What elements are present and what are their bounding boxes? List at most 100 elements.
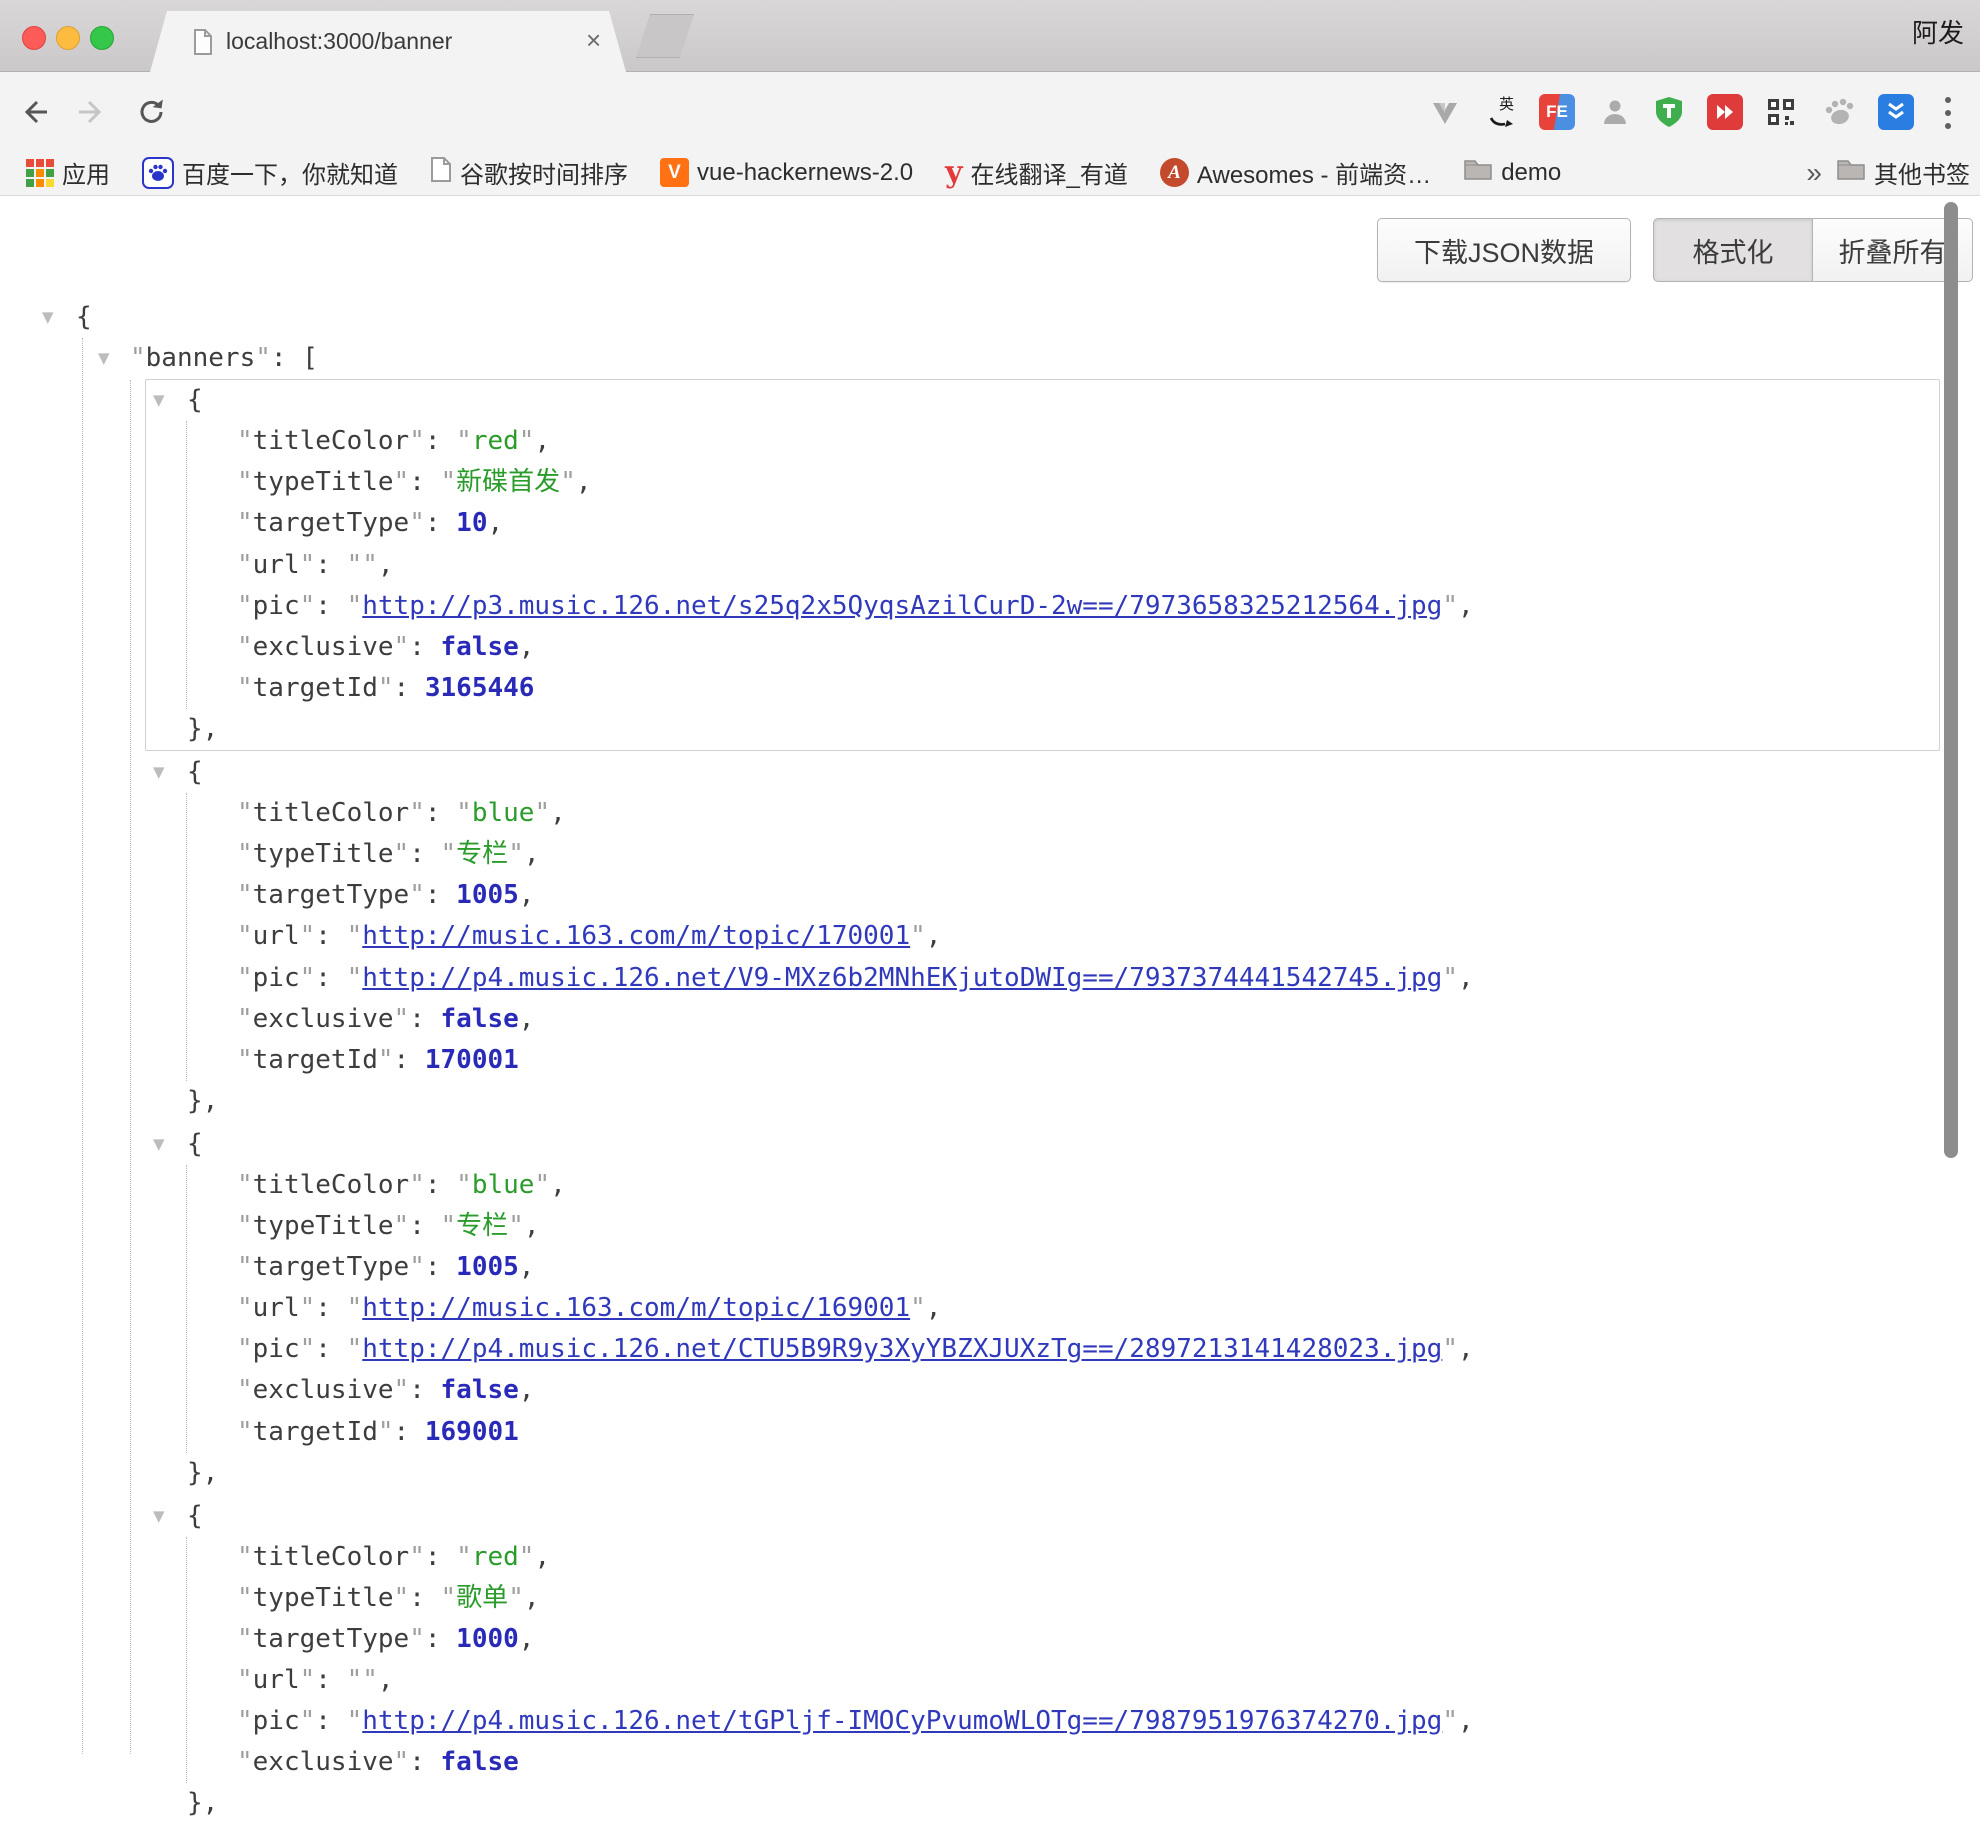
json-link[interactable]: http://music.163.com/m/topic/169001	[362, 1293, 910, 1323]
collapse-toggle-icon[interactable]: ▼	[42, 297, 54, 338]
quote: "	[237, 1665, 253, 1695]
reload-button-icon[interactable]	[136, 96, 168, 128]
json-value-number: 3165446	[425, 673, 535, 703]
json-token: :	[425, 1624, 456, 1654]
json-token: {	[187, 757, 203, 787]
fe-helper-icon[interactable]: FE	[1539, 94, 1575, 130]
bookmark-youdao[interactable]: y 在线翻译_有道	[945, 155, 1128, 190]
quote: "	[300, 550, 316, 580]
json-link[interactable]: http://p4.music.126.net/CTU5B9R9y3XyYBZX…	[362, 1334, 1442, 1364]
json-token: :	[315, 921, 346, 951]
bookmark-label: 应用	[62, 155, 110, 190]
json-value-number: 1005	[456, 880, 519, 910]
json-key: url	[253, 550, 300, 580]
json-key: pic	[253, 963, 300, 993]
json-value-boolean: false	[441, 1375, 519, 1405]
json-token: :	[315, 591, 346, 621]
json-token: ,	[1458, 1334, 1474, 1364]
quote: "	[508, 839, 524, 869]
json-token: },	[187, 1788, 218, 1818]
window-close-button[interactable]	[22, 26, 46, 50]
quote: "	[409, 880, 425, 910]
bookmark-label: 在线翻译_有道	[971, 155, 1128, 190]
json-value-string: red	[472, 1542, 519, 1572]
quote: "	[409, 426, 425, 456]
new-tab-button[interactable]	[636, 14, 694, 58]
bookmark-vue-hackernews[interactable]: V vue-hackernews-2.0	[660, 158, 913, 187]
json-key: typeTitle	[253, 1211, 394, 1241]
quote: "	[237, 798, 253, 828]
quote: "	[255, 343, 271, 373]
json-field-line: "pic": "http://p4.music.126.net/CTU5B9R9…	[146, 1329, 1939, 1370]
json-field-line: "targetType": 10,	[146, 503, 1939, 544]
profile-name[interactable]: 阿发	[1912, 0, 1964, 72]
json-value-number: 1000	[456, 1624, 519, 1654]
bookmark-baidu[interactable]: 百度一下，你就知道	[142, 155, 398, 190]
translate-icon[interactable]: 英	[1483, 94, 1519, 130]
bookmark-apps[interactable]: 应用	[26, 155, 110, 190]
collapse-toggle-icon[interactable]: ▼	[153, 380, 165, 421]
bookmark-folder-demo[interactable]: demo	[1463, 157, 1561, 188]
window-zoom-button[interactable]	[90, 26, 114, 50]
json-link[interactable]: http://music.163.com/m/topic/170001	[362, 921, 910, 951]
quote: "	[347, 591, 363, 621]
download-json-button[interactable]: 下载JSON数据	[1377, 218, 1631, 282]
json-value-string: blue	[472, 1170, 535, 1200]
json-token: :	[315, 1706, 346, 1736]
json-token: :	[409, 467, 440, 497]
bookmark-folder-others[interactable]: 其他书签	[1836, 155, 1970, 190]
json-field-line: "exclusive": false,	[146, 1370, 1939, 1411]
json-field-line: "titleColor": "red",	[146, 421, 1939, 462]
format-button[interactable]: 格式化	[1653, 218, 1813, 282]
vertical-scrollbar[interactable]	[1944, 202, 1958, 1158]
json-link[interactable]: http://p4.music.126.net/V9-MXz6b2MNhEKju…	[362, 963, 1442, 993]
bookmarks-overflow-icon[interactable]: »	[1806, 157, 1822, 189]
chrome-menu-icon[interactable]	[1945, 97, 1951, 136]
json-link[interactable]: http://p4.music.126.net/tGPljf-IMOCyPvum…	[362, 1706, 1442, 1736]
green-shield-icon[interactable]	[1651, 94, 1687, 130]
quote: "	[237, 508, 253, 538]
back-button-icon[interactable]	[20, 96, 52, 128]
fast-forward-icon[interactable]	[1707, 94, 1743, 130]
json-value-boolean: false	[441, 632, 519, 662]
user-silhouette-icon[interactable]	[1597, 94, 1633, 130]
bookmark-label: vue-hackernews-2.0	[697, 159, 913, 187]
quote: "	[347, 1293, 363, 1323]
vue-icon: V	[660, 158, 689, 187]
json-field-line: "pic": "http://p3.music.126.net/s25q2x5Q…	[146, 586, 1939, 627]
qr-code-icon[interactable]	[1763, 94, 1799, 130]
json-key: exclusive	[253, 1747, 394, 1777]
json-token: :	[425, 1542, 456, 1572]
json-field-line: "targetId": 3165446	[146, 668, 1939, 709]
json-field-line: "pic": "http://p4.music.126.net/V9-MXz6b…	[146, 958, 1939, 999]
browser-tab[interactable]: localhost:3000/banner ×	[150, 11, 626, 72]
bookmark-google-sort[interactable]: 谷歌按时间排序	[430, 155, 628, 190]
collapse-toggle-icon[interactable]: ▼	[98, 338, 110, 379]
collapse-toggle-icon[interactable]: ▼	[153, 752, 165, 793]
json-token: :	[409, 1747, 440, 1777]
json-token: ,	[926, 921, 942, 951]
quote: "	[378, 1417, 394, 1447]
paw-icon[interactable]	[1822, 94, 1858, 130]
quote: "	[237, 839, 253, 869]
json-token: :	[425, 1252, 456, 1282]
forward-button-icon[interactable]	[74, 96, 106, 128]
quote: "	[441, 1583, 457, 1613]
json-key: targetId	[253, 1045, 378, 1075]
quote: "	[519, 426, 535, 456]
json-value-string: 专栏	[456, 1211, 508, 1241]
quote: "	[394, 632, 410, 662]
json-value-boolean: false	[441, 1747, 519, 1777]
bookmark-awesomes[interactable]: A Awesomes - 前端资…	[1160, 155, 1431, 190]
json-field-line: "url": "http://music.163.com/m/topic/170…	[146, 916, 1939, 957]
tab-close-icon[interactable]: ×	[586, 11, 601, 72]
blue-double-chevron-icon[interactable]	[1878, 94, 1914, 130]
vue-devtools-icon[interactable]	[1427, 94, 1463, 130]
collapse-toggle-icon[interactable]: ▼	[153, 1496, 165, 1537]
collapse-toggle-icon[interactable]: ▼	[153, 1124, 165, 1165]
json-key: targetId	[253, 1417, 378, 1447]
json-link[interactable]: http://p3.music.126.net/s25q2x5QyqsAzilC…	[362, 591, 1442, 621]
window-minimize-button[interactable]	[56, 26, 80, 50]
json-key: url	[253, 921, 300, 951]
json-token: ,	[519, 1375, 535, 1405]
